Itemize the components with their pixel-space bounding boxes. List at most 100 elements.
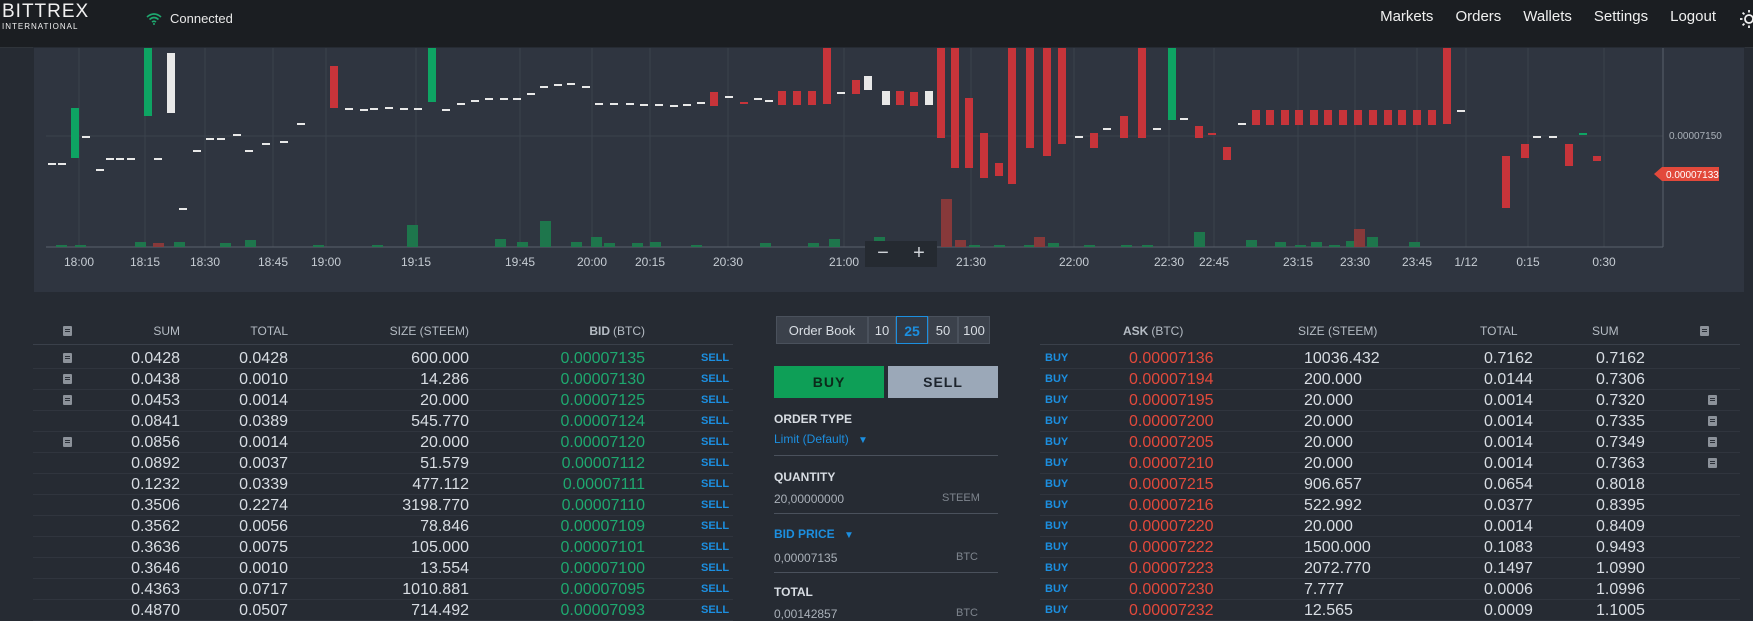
candlestick <box>193 150 201 152</box>
nav-logout[interactable]: Logout <box>1659 8 1727 25</box>
ask-buy-button[interactable]: BUY <box>1045 558 1068 579</box>
ask-row[interactable]: BUY 0.00007230 7.777 0.0006 1.0996 <box>1040 579 1740 600</box>
bid-row[interactable]: 0.0438 0.0010 14.286 0.00007130 SELL <box>33 369 733 390</box>
document-icon[interactable] <box>1700 326 1709 336</box>
bid-sell-button[interactable]: SELL <box>701 432 729 453</box>
ask-buy-button[interactable]: BUY <box>1045 369 1068 390</box>
ask-buy-button[interactable]: BUY <box>1045 537 1068 558</box>
bid-row[interactable]: 0.0453 0.0014 20.000 0.00007125 SELL <box>33 390 733 411</box>
bid-row[interactable]: 0.3506 0.2274 3198.770 0.00007110 SELL <box>33 495 733 516</box>
order-book-tab[interactable]: Order Book <box>776 316 868 344</box>
ask-row[interactable]: BUY 0.00007194 200.000 0.0144 0.7306 <box>1040 369 1740 390</box>
bid-price: 0.00007101 <box>560 539 645 556</box>
bid-row[interactable]: 0.3646 0.0010 13.554 0.00007100 SELL <box>33 558 733 579</box>
bid-row[interactable]: 0.4363 0.0717 1010.881 0.00007095 SELL <box>33 579 733 600</box>
bid-price: 0.00007125 <box>560 392 645 409</box>
candlestick <box>655 104 663 106</box>
ask-row[interactable]: BUY 0.00007222 1500.000 0.1083 0.9493 <box>1040 537 1740 558</box>
ask-buy-button[interactable]: BUY <box>1045 474 1068 495</box>
ask-row[interactable]: BUY 0.00007136 10036.432 0.7162 0.7162 <box>1040 348 1740 369</box>
bid-price-input[interactable]: 0,00007135 <box>774 551 837 565</box>
bid-sell-button[interactable]: SELL <box>701 558 729 579</box>
ask-buy-button[interactable]: BUY <box>1045 579 1068 600</box>
bid-row[interactable]: 0.0856 0.0014 20.000 0.00007120 SELL <box>33 432 733 453</box>
bid-row[interactable]: 0.0841 0.0389 545.770 0.00007124 SELL <box>33 411 733 432</box>
depth-option-10[interactable]: 10 <box>868 316 896 344</box>
bid-sell-button[interactable]: SELL <box>701 579 729 600</box>
ask-buy-button[interactable]: BUY <box>1045 411 1068 432</box>
ask-row[interactable]: BUY 0.00007220 20.000 0.0014 0.8409 <box>1040 516 1740 537</box>
ask-buy-button[interactable]: BUY <box>1045 516 1068 537</box>
bid-sell-button[interactable]: SELL <box>701 390 729 411</box>
bid-sell-button[interactable]: SELL <box>701 600 729 621</box>
bid-sell-button[interactable]: SELL <box>701 369 729 390</box>
ask-buy-button[interactable]: BUY <box>1045 432 1068 453</box>
nav-orders[interactable]: Orders <box>1444 8 1512 25</box>
bid-row[interactable]: 0.3636 0.0075 105.000 0.00007101 SELL <box>33 537 733 558</box>
ask-row[interactable]: BUY 0.00007200 20.000 0.0014 0.7335 <box>1040 411 1740 432</box>
time-axis-label: 20:00 <box>577 255 607 269</box>
ask-row[interactable]: BUY 0.00007210 20.000 0.0014 0.7363 <box>1040 453 1740 474</box>
nav-settings[interactable]: Settings <box>1583 8 1659 25</box>
document-icon[interactable] <box>63 437 72 447</box>
order-type-select[interactable]: Limit (Default) ▼ <box>774 432 868 446</box>
bid-price: 0.00007095 <box>560 581 645 598</box>
bid-sell-button[interactable]: SELL <box>701 537 729 558</box>
bid-size: 105.000 <box>411 539 469 556</box>
document-icon[interactable] <box>63 374 72 384</box>
candlestick <box>385 107 393 109</box>
depth-option-100[interactable]: 100 <box>958 316 990 344</box>
ask-total: 0.0009 <box>1484 602 1533 619</box>
bid-row[interactable]: 0.4870 0.0507 714.492 0.00007093 SELL <box>33 600 733 621</box>
ask-size: 200.000 <box>1304 371 1362 388</box>
document-icon[interactable] <box>1708 416 1717 426</box>
depth-option-50[interactable]: 50 <box>928 316 958 344</box>
sell-tab-button[interactable]: SELL <box>888 366 998 398</box>
bid-sum: 0.3646 <box>131 560 180 577</box>
document-icon[interactable] <box>63 326 72 336</box>
ask-buy-button[interactable]: BUY <box>1045 348 1068 369</box>
ask-row[interactable]: BUY 0.00007205 20.000 0.0014 0.7349 <box>1040 432 1740 453</box>
document-icon[interactable] <box>63 395 72 405</box>
zoom-out-button[interactable]: − <box>865 241 901 267</box>
document-icon[interactable] <box>63 353 72 363</box>
buy-tab-button[interactable]: BUY <box>774 366 884 398</box>
bid-price-select[interactable]: BID PRICE ▼ <box>774 527 854 541</box>
bid-sell-button[interactable]: SELL <box>701 348 729 369</box>
depth-option-25[interactable]: 25 <box>896 316 928 344</box>
bittrex-logo[interactable]: BITTREX INTERNATIONAL <box>2 2 89 32</box>
bid-sell-button[interactable]: SELL <box>701 453 729 474</box>
ask-buy-button[interactable]: BUY <box>1045 390 1068 411</box>
candlestick <box>297 123 305 125</box>
ask-row[interactable]: BUY 0.00007215 906.657 0.0654 0.8018 <box>1040 474 1740 495</box>
price-chart[interactable]: 18:00 18:15 18:30 18:45 19:00 19:15 19:45 20:00… <box>33 47 1745 294</box>
bid-sell-button[interactable]: SELL <box>701 516 729 537</box>
bid-sell-button[interactable]: SELL <box>701 495 729 516</box>
bid-sell-button[interactable]: SELL <box>701 411 729 432</box>
ask-buy-button[interactable]: BUY <box>1045 453 1068 474</box>
candlestick <box>1238 123 1246 125</box>
total-input[interactable]: 0,00142857 <box>774 607 837 621</box>
ask-row[interactable]: BUY 0.00007216 522.992 0.0377 0.8395 <box>1040 495 1740 516</box>
document-icon[interactable] <box>1708 458 1717 468</box>
zoom-in-button[interactable]: + <box>901 241 937 267</box>
bid-sell-button[interactable]: SELL <box>701 474 729 495</box>
bid-row[interactable]: 0.0428 0.0428 600.000 0.00007135 SELL <box>33 348 733 369</box>
bid-row[interactable]: 0.3562 0.0056 78.846 0.00007109 SELL <box>33 516 733 537</box>
ask-row[interactable]: BUY 0.00007195 20.000 0.0014 0.7320 <box>1040 390 1740 411</box>
ask-header-ask-label: ASK <box>1123 324 1149 338</box>
nav-markets[interactable]: Markets <box>1369 8 1444 25</box>
ask-buy-button[interactable]: BUY <box>1045 600 1068 621</box>
nav-wallets[interactable]: Wallets <box>1512 8 1583 25</box>
bid-row[interactable]: 0.0892 0.0037 51.579 0.00007112 SELL <box>33 453 733 474</box>
ask-total: 0.0014 <box>1484 455 1533 472</box>
theme-toggle-sun-icon[interactable] <box>1739 9 1753 29</box>
bid-row[interactable]: 0.1232 0.0339 477.112 0.00007111 SELL <box>33 474 733 495</box>
ask-row[interactable]: BUY 0.00007223 2072.770 0.1497 1.0990 <box>1040 558 1740 579</box>
document-icon[interactable] <box>1708 437 1717 447</box>
document-icon[interactable] <box>1708 395 1717 405</box>
quantity-input[interactable]: 20,00000000 <box>774 492 844 506</box>
ask-buy-button[interactable]: BUY <box>1045 495 1068 516</box>
bid-header-divider <box>33 344 733 345</box>
ask-row[interactable]: BUY 0.00007232 12.565 0.0009 1.1005 <box>1040 600 1740 621</box>
